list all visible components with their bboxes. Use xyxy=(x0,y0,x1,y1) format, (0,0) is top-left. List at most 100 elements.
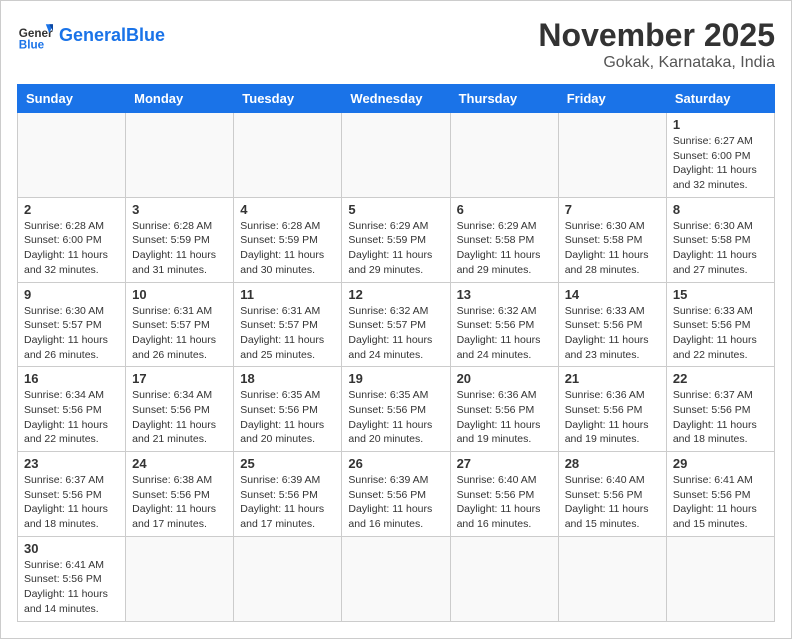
calendar-cell xyxy=(450,536,558,621)
day-number: 3 xyxy=(132,202,227,217)
calendar-cell xyxy=(126,113,234,198)
cell-info: Sunrise: 6:27 AMSunset: 6:00 PMDaylight:… xyxy=(673,134,768,193)
logo-general: General xyxy=(59,25,126,45)
calendar-cell xyxy=(18,113,126,198)
cell-info: Sunrise: 6:32 AMSunset: 5:56 PMDaylight:… xyxy=(457,304,552,363)
calendar-cell xyxy=(666,536,774,621)
calendar-cell: 3 Sunrise: 6:28 AMSunset: 5:59 PMDaylight… xyxy=(126,197,234,282)
day-number: 1 xyxy=(673,117,768,132)
calendar-table: SundayMondayTuesdayWednesdayThursdayFrid… xyxy=(17,84,775,622)
calendar-cell xyxy=(234,113,342,198)
calendar-cell: 9 Sunrise: 6:30 AMSunset: 5:57 PMDaylight… xyxy=(18,282,126,367)
calendar-cell xyxy=(342,536,450,621)
calendar-cell: 20 Sunrise: 6:36 AMSunset: 5:56 PMDayligh… xyxy=(450,367,558,452)
day-number: 26 xyxy=(348,456,443,471)
calendar-cell: 7Sunrise: 6:30 AMSunset: 5:58 PMDaylight… xyxy=(558,197,666,282)
cell-info: Sunrise: 6:30 AMSunset: 5:58 PMDaylight:… xyxy=(673,219,768,278)
day-number: 9 xyxy=(24,287,119,302)
cell-info: Sunrise: 6:35 AMSunset: 5:56 PMDaylight:… xyxy=(240,388,335,447)
weekday-header-wednesday: Wednesday xyxy=(342,85,450,113)
day-number: 19 xyxy=(348,371,443,386)
day-number: 16 xyxy=(24,371,119,386)
calendar-cell: 5 Sunrise: 6:29 AMSunset: 5:59 PMDaylight… xyxy=(342,197,450,282)
weekday-header-monday: Monday xyxy=(126,85,234,113)
day-number: 5 xyxy=(348,202,443,217)
cell-info: Sunrise: 6:33 AMSunset: 5:56 PMDaylight:… xyxy=(565,304,660,363)
calendar-cell: 17Sunrise: 6:34 AMSunset: 5:56 PMDayligh… xyxy=(126,367,234,452)
cell-info: Sunrise: 6:29 AMSunset: 5:58 PMDaylight:… xyxy=(457,219,552,278)
calendar-cell: 10Sunrise: 6:31 AMSunset: 5:57 PMDayligh… xyxy=(126,282,234,367)
header: General Blue GeneralBlue November 2025 G… xyxy=(17,17,775,72)
cell-info: Sunrise: 6:41 AMSunset: 5:56 PMDaylight:… xyxy=(24,558,119,617)
calendar-header: SundayMondayTuesdayWednesdayThursdayFrid… xyxy=(18,85,775,113)
day-number: 20 xyxy=(457,371,552,386)
day-number: 24 xyxy=(132,456,227,471)
cell-info: Sunrise: 6:32 AMSunset: 5:57 PMDaylight:… xyxy=(348,304,443,363)
weekday-header-saturday: Saturday xyxy=(666,85,774,113)
cell-info: Sunrise: 6:34 AMSunset: 5:56 PMDaylight:… xyxy=(132,388,227,447)
cell-info: Sunrise: 6:41 AMSunset: 5:56 PMDaylight:… xyxy=(673,473,768,532)
cell-info: Sunrise: 6:33 AMSunset: 5:56 PMDaylight:… xyxy=(673,304,768,363)
logo: General Blue GeneralBlue xyxy=(17,17,165,53)
cell-info: Sunrise: 6:31 AMSunset: 5:57 PMDaylight:… xyxy=(240,304,335,363)
cell-info: Sunrise: 6:39 AMSunset: 5:56 PMDaylight:… xyxy=(240,473,335,532)
calendar-cell xyxy=(558,536,666,621)
logo-icon: General Blue xyxy=(17,17,53,53)
calendar-cell: 8Sunrise: 6:30 AMSunset: 5:58 PMDaylight… xyxy=(666,197,774,282)
day-number: 11 xyxy=(240,287,335,302)
logo-blue: Blue xyxy=(126,25,165,45)
calendar-cell: 15 Sunrise: 6:33 AMSunset: 5:56 PMDayligh… xyxy=(666,282,774,367)
cell-info: Sunrise: 6:35 AMSunset: 5:56 PMDaylight:… xyxy=(348,388,443,447)
cell-info: Sunrise: 6:28 AMSunset: 5:59 PMDaylight:… xyxy=(132,219,227,278)
day-number: 28 xyxy=(565,456,660,471)
subtitle: Gokak, Karnataka, India xyxy=(538,54,775,72)
calendar-cell: 29 Sunrise: 6:41 AMSunset: 5:56 PMDayligh… xyxy=(666,452,774,537)
calendar-cell: 14 Sunrise: 6:33 AMSunset: 5:56 PMDayligh… xyxy=(558,282,666,367)
logo-text: GeneralBlue xyxy=(59,25,165,46)
day-number: 14 xyxy=(565,287,660,302)
cell-info: Sunrise: 6:37 AMSunset: 5:56 PMDaylight:… xyxy=(24,473,119,532)
day-number: 15 xyxy=(673,287,768,302)
month-title: November 2025 xyxy=(538,17,775,54)
calendar-cell: 27 Sunrise: 6:40 AMSunset: 5:56 PMDayligh… xyxy=(450,452,558,537)
svg-text:Blue: Blue xyxy=(19,39,45,52)
calendar-cell: 13Sunrise: 6:32 AMSunset: 5:56 PMDayligh… xyxy=(450,282,558,367)
cell-info: Sunrise: 6:29 AMSunset: 5:59 PMDaylight:… xyxy=(348,219,443,278)
calendar-cell: 22Sunrise: 6:37 AMSunset: 5:56 PMDayligh… xyxy=(666,367,774,452)
calendar-cell: 24Sunrise: 6:38 AMSunset: 5:56 PMDayligh… xyxy=(126,452,234,537)
calendar-cell: 16Sunrise: 6:34 AMSunset: 5:56 PMDayligh… xyxy=(18,367,126,452)
cell-info: Sunrise: 6:30 AMSunset: 5:58 PMDaylight:… xyxy=(565,219,660,278)
day-number: 29 xyxy=(673,456,768,471)
weekday-header-tuesday: Tuesday xyxy=(234,85,342,113)
cell-info: Sunrise: 6:40 AMSunset: 5:56 PMDaylight:… xyxy=(457,473,552,532)
calendar-cell: 30 Sunrise: 6:41 AMSunset: 5:56 PMDayligh… xyxy=(18,536,126,621)
weekday-header-friday: Friday xyxy=(558,85,666,113)
day-number: 30 xyxy=(24,541,119,556)
weekday-header-sunday: Sunday xyxy=(18,85,126,113)
calendar-cell xyxy=(126,536,234,621)
calendar-cell: 21Sunrise: 6:36 AMSunset: 5:56 PMDayligh… xyxy=(558,367,666,452)
weekday-header-thursday: Thursday xyxy=(450,85,558,113)
cell-info: Sunrise: 6:36 AMSunset: 5:56 PMDaylight:… xyxy=(457,388,552,447)
cell-info: Sunrise: 6:40 AMSunset: 5:56 PMDaylight:… xyxy=(565,473,660,532)
calendar-cell: 4Sunrise: 6:28 AMSunset: 5:59 PMDaylight… xyxy=(234,197,342,282)
cell-info: Sunrise: 6:30 AMSunset: 5:57 PMDaylight:… xyxy=(24,304,119,363)
day-number: 23 xyxy=(24,456,119,471)
calendar-cell: 19 Sunrise: 6:35 AMSunset: 5:56 PMDayligh… xyxy=(342,367,450,452)
calendar-cell: 26Sunrise: 6:39 AMSunset: 5:56 PMDayligh… xyxy=(342,452,450,537)
calendar-cell: 23 Sunrise: 6:37 AMSunset: 5:56 PMDayligh… xyxy=(18,452,126,537)
day-number: 18 xyxy=(240,371,335,386)
day-number: 6 xyxy=(457,202,552,217)
calendar-cell: 25 Sunrise: 6:39 AMSunset: 5:56 PMDayligh… xyxy=(234,452,342,537)
day-number: 2 xyxy=(24,202,119,217)
calendar-container: General Blue GeneralBlue November 2025 G… xyxy=(0,0,792,639)
cell-info: Sunrise: 6:28 AMSunset: 6:00 PMDaylight:… xyxy=(24,219,119,278)
day-number: 25 xyxy=(240,456,335,471)
calendar-cell: 6 Sunrise: 6:29 AMSunset: 5:58 PMDaylight… xyxy=(450,197,558,282)
day-number: 21 xyxy=(565,371,660,386)
title-block: November 2025 Gokak, Karnataka, India xyxy=(538,17,775,72)
calendar-cell: 28 Sunrise: 6:40 AMSunset: 5:56 PMDayligh… xyxy=(558,452,666,537)
calendar-cell: 1 Sunrise: 6:27 AMSunset: 6:00 PMDaylight… xyxy=(666,113,774,198)
day-number: 4 xyxy=(240,202,335,217)
day-number: 27 xyxy=(457,456,552,471)
